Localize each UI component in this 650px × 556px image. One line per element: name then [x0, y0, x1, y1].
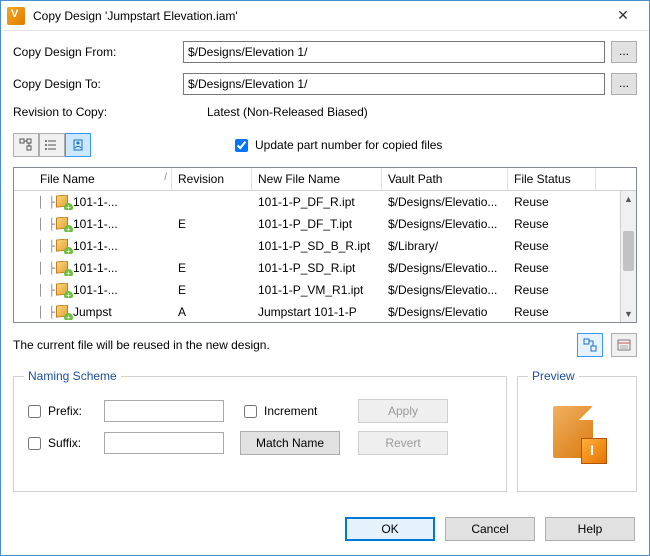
status-message: The current file will be reused in the n… [13, 338, 569, 352]
match-name-button[interactable]: Match Name [240, 431, 340, 455]
copy-to-input[interactable] [183, 73, 605, 95]
prefix-label: Prefix: [48, 404, 82, 418]
update-part-number-checkbox[interactable] [235, 139, 248, 152]
preview-thumbnail-icon [547, 404, 607, 464]
cell-filestatus: Reuse [508, 261, 596, 275]
revision-label: Revision to Copy: [13, 105, 183, 119]
preview-legend: Preview [528, 369, 579, 383]
window-title: Copy Design 'Jumpstart Elevation.iam' [33, 9, 603, 23]
col-filestatus[interactable]: File Status [508, 168, 596, 190]
part-file-icon: + [56, 283, 71, 298]
suffix-checkbox[interactable] [28, 437, 41, 450]
browse-from-button[interactable]: ... [611, 41, 637, 63]
copy-to-label: Copy Design To: [13, 77, 183, 91]
cell-filename: 101-1-... [73, 195, 118, 209]
scroll-down-icon[interactable]: ▼ [621, 306, 636, 322]
cell-filename: Jumpst [73, 305, 112, 319]
table-row[interactable]: │ ├+JumpstAJumpstart 101-1-P$/Designs/El… [14, 301, 636, 322]
col-revision[interactable]: Revision [172, 168, 252, 190]
cell-revision: E [172, 283, 252, 297]
cell-vaultpath: $/Library/ [382, 239, 508, 253]
file-grid: File Name Revision New File Name Vault P… [13, 167, 637, 323]
cell-filename: 101-1-... [73, 217, 118, 231]
cell-filename: 101-1-... [73, 261, 118, 275]
naming-scheme-group: Naming Scheme Prefix: Increment Apply Su… [13, 369, 507, 492]
increment-checkbox[interactable] [244, 405, 257, 418]
scroll-thumb[interactable] [623, 231, 634, 271]
view-list-button[interactable] [39, 133, 65, 157]
cell-revision: E [172, 217, 252, 231]
part-file-icon: + [56, 195, 71, 210]
scroll-up-icon[interactable]: ▲ [621, 191, 636, 207]
grid-scrollbar[interactable]: ▲ ▼ [620, 191, 636, 322]
view-detail-button[interactable] [65, 133, 91, 157]
prefix-input[interactable] [104, 400, 224, 422]
cell-newfilename: Jumpstart 101-1-P [252, 305, 382, 319]
properties-button[interactable] [611, 333, 637, 357]
copy-design-dialog: Copy Design 'Jumpstart Elevation.iam' ✕ … [0, 0, 650, 556]
cell-vaultpath: $/Designs/Elevatio [382, 305, 508, 319]
naming-scheme-legend: Naming Scheme [24, 369, 121, 383]
preview-group: Preview [517, 369, 637, 492]
ok-button[interactable]: OK [345, 517, 435, 541]
part-file-icon: + [56, 305, 71, 320]
col-newfilename[interactable]: New File Name [252, 168, 382, 190]
table-row[interactable]: │ ├+101-1-...101-1-P_SD_B_R.ipt$/Library… [14, 235, 636, 257]
cell-newfilename: 101-1-P_DF_T.ipt [252, 217, 382, 231]
revision-value: Latest (Non-Released Biased) [183, 105, 368, 119]
part-file-icon: + [56, 239, 71, 254]
cell-filestatus: Reuse [508, 305, 596, 319]
table-row[interactable]: │ ├+101-1-...E101-1-P_VM_R1.ipt$/Designs… [14, 279, 636, 301]
cell-filename: 101-1-... [73, 239, 118, 253]
col-vaultpath[interactable]: Vault Path [382, 168, 508, 190]
cell-newfilename: 101-1-P_DF_R.ipt [252, 195, 382, 209]
suffix-label: Suffix: [48, 436, 81, 450]
cell-revision: A [172, 305, 252, 319]
cell-filestatus: Reuse [508, 217, 596, 231]
cell-vaultpath: $/Designs/Elevatio... [382, 217, 508, 231]
cell-vaultpath: $/Designs/Elevatio... [382, 283, 508, 297]
table-row[interactable]: │ ├+101-1-...E101-1-P_DF_T.ipt$/Designs/… [14, 213, 636, 235]
related-files-button[interactable] [577, 333, 603, 357]
browse-to-button[interactable]: ... [611, 73, 637, 95]
table-row[interactable]: │ ├+101-1-...101-1-P_DF_R.ipt$/Designs/E… [14, 191, 636, 213]
suffix-input[interactable] [104, 432, 224, 454]
cell-vaultpath: $/Designs/Elevatio... [382, 195, 508, 209]
update-part-number-label: Update part number for copied files [255, 138, 442, 152]
table-row[interactable]: │ ├+101-1-...E101-1-P_SD_R.ipt$/Designs/… [14, 257, 636, 279]
cell-newfilename: 101-1-P_SD_B_R.ipt [252, 239, 382, 253]
copy-from-label: Copy Design From: [13, 45, 183, 59]
col-filename[interactable]: File Name [14, 168, 172, 190]
cell-vaultpath: $/Designs/Elevatio... [382, 261, 508, 275]
revert-button[interactable]: Revert [358, 431, 448, 455]
cancel-button[interactable]: Cancel [445, 517, 535, 541]
cell-filename: 101-1-... [73, 283, 118, 297]
close-button[interactable]: ✕ [603, 7, 643, 24]
cell-newfilename: 101-1-P_SD_R.ipt [252, 261, 382, 275]
part-file-icon: + [56, 217, 71, 232]
cell-newfilename: 101-1-P_VM_R1.ipt [252, 283, 382, 297]
cell-filestatus: Reuse [508, 283, 596, 297]
titlebar: Copy Design 'Jumpstart Elevation.iam' ✕ [1, 1, 649, 31]
copy-from-input[interactable] [183, 41, 605, 63]
apply-button[interactable]: Apply [358, 399, 448, 423]
cell-revision: E [172, 261, 252, 275]
help-button[interactable]: Help [545, 517, 635, 541]
cell-filestatus: Reuse [508, 195, 596, 209]
app-icon [7, 7, 25, 25]
part-file-icon: + [56, 261, 71, 276]
increment-label: Increment [264, 404, 317, 418]
prefix-checkbox[interactable] [28, 405, 41, 418]
view-tree-button[interactable] [13, 133, 39, 157]
cell-filestatus: Reuse [508, 239, 596, 253]
